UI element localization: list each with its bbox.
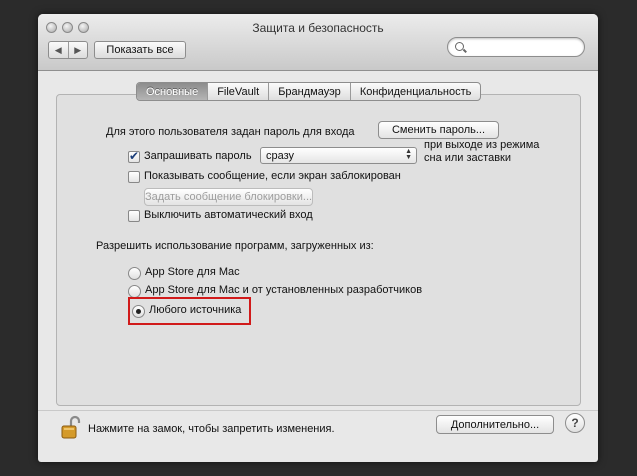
- show-all-button[interactable]: Показать все: [94, 41, 186, 59]
- search-input[interactable]: [447, 37, 585, 57]
- annotation-highlight-box: [128, 297, 251, 325]
- require-password-suffix: при выходе из режима сна или заставки: [424, 139, 539, 165]
- radio-app-store-label: App Store для Mac: [145, 266, 240, 278]
- footer-divider: [38, 410, 598, 411]
- select-arrows-icon: ▲ ▼: [405, 148, 412, 161]
- lock-hint-text: Нажмите на замок, чтобы запретить измене…: [88, 423, 335, 435]
- help-button[interactable]: ?: [565, 413, 585, 433]
- tab-general[interactable]: Основные: [137, 83, 208, 100]
- window-title: Защита и безопасность: [252, 21, 384, 35]
- require-password-delay-select[interactable]: сразу ▲ ▼: [260, 147, 417, 164]
- radio-app-store-identified-label: App Store для Mac и от установленных раз…: [145, 284, 423, 296]
- radio-app-store[interactable]: [128, 267, 141, 280]
- preferences-window: Защита и безопасность ◀ ▶ Показать все О…: [38, 14, 598, 462]
- allow-apps-heading: Разрешить использование программ, загруж…: [96, 240, 374, 252]
- advanced-button[interactable]: Дополнительно...: [436, 415, 554, 434]
- require-password-suffix-line2: сна или заставки: [424, 152, 512, 164]
- require-password-label: Запрашивать пароль: [144, 150, 252, 162]
- title-bar: Защита и безопасность ◀ ▶ Показать все: [38, 14, 598, 71]
- tab-privacy[interactable]: Конфиденциальность: [349, 83, 481, 100]
- search-icon: [455, 42, 464, 51]
- disable-autologin-checkbox[interactable]: [128, 210, 140, 222]
- history-nav: ◀ ▶: [48, 41, 88, 59]
- disable-autologin-label: Выключить автоматический вход: [144, 209, 313, 221]
- tab-firewall[interactable]: Брандмауэр: [268, 83, 350, 100]
- tab-bar: Основные FileVault Брандмауэр Конфиденци…: [136, 82, 482, 101]
- require-password-suffix-line1: при выходе из режима: [424, 139, 540, 151]
- require-password-checkbox[interactable]: [128, 149, 140, 163]
- forward-arrow-icon[interactable]: ▶: [67, 42, 88, 58]
- show-message-label: Показывать сообщение, если экран заблоки…: [144, 170, 401, 182]
- password-info-text: Для этого пользователя задан пароль для …: [106, 126, 355, 138]
- tab-filevault[interactable]: FileVault: [207, 83, 268, 100]
- back-arrow-icon[interactable]: ◀: [49, 42, 68, 58]
- require-password-delay-value: сразу: [266, 149, 295, 162]
- show-message-checkbox[interactable]: [128, 171, 140, 183]
- set-lock-message-button[interactable]: Задать сообщение блокировки...: [144, 188, 313, 206]
- change-password-button[interactable]: Сменить пароль...: [378, 121, 499, 139]
- unlocked-padlock-icon[interactable]: [60, 414, 82, 440]
